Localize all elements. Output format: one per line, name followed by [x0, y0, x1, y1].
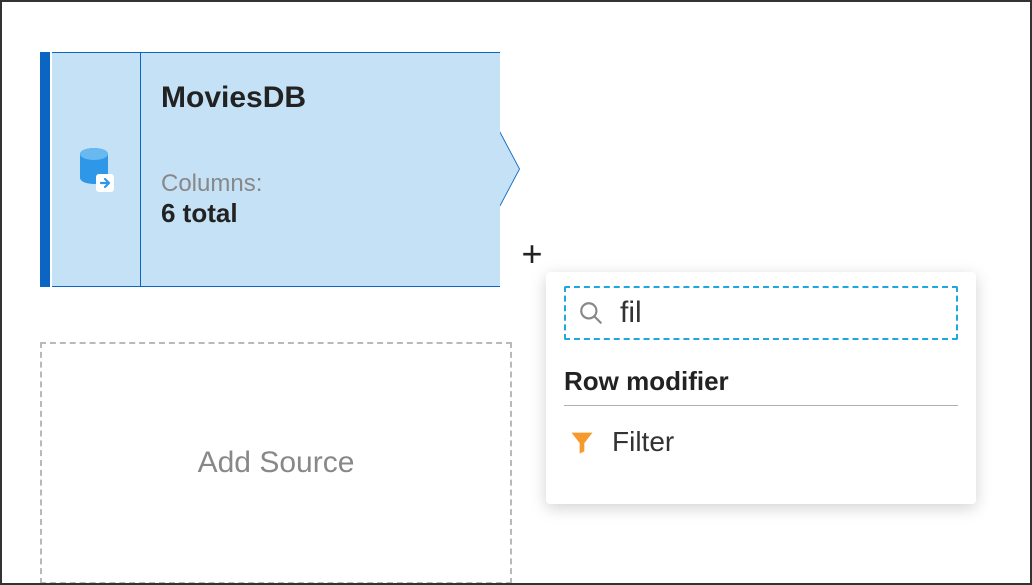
database-source-icon: [76, 146, 116, 194]
source-node[interactable]: MoviesDB Columns: 6 total: [40, 52, 500, 287]
add-source-placeholder[interactable]: Add Source: [40, 342, 512, 584]
node-columns-total: 6 total: [161, 198, 480, 229]
node-body: MoviesDB Columns: 6 total: [140, 52, 500, 287]
flyout-section-header: Row modifier: [564, 366, 958, 406]
add-source-label: Add Source: [198, 446, 355, 480]
menu-item-filter[interactable]: Filter: [564, 420, 958, 464]
search-icon: [578, 300, 604, 326]
filter-icon: [568, 428, 596, 456]
menu-item-label: Filter: [612, 426, 674, 458]
search-input[interactable]: [620, 296, 944, 330]
node-columns-label: Columns:: [161, 170, 480, 198]
node-title: MoviesDB: [161, 81, 480, 115]
canvas-frame: MoviesDB Columns: 6 total + Add Source R…: [0, 0, 1032, 585]
node-drag-handle[interactable]: [40, 52, 52, 287]
node-icon-section: [52, 52, 140, 287]
search-box[interactable]: [564, 286, 958, 340]
transformation-flyout: Row modifier Filter: [546, 272, 976, 504]
